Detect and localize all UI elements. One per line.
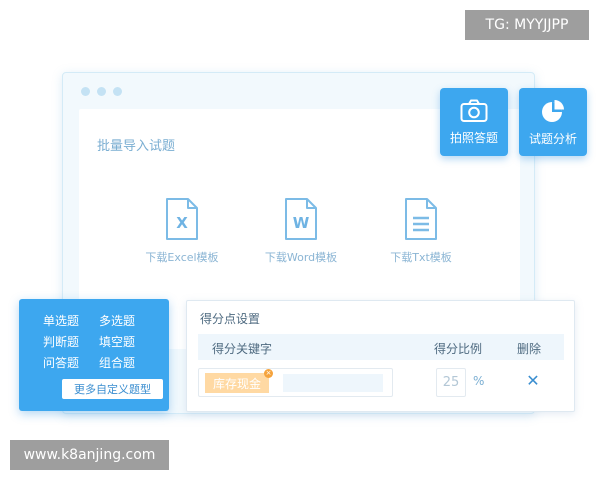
excel-file-icon: X	[166, 198, 198, 240]
download-txt-template[interactable]: 下载Txt模板	[371, 197, 471, 265]
column-header-ratio: 得分比例	[434, 342, 483, 356]
score-ratio-input[interactable]	[436, 368, 466, 397]
keyword-input[interactable]	[283, 374, 383, 392]
window-dot	[113, 87, 122, 96]
keyword-tag: 库存现金 ×	[205, 369, 273, 393]
svg-text:X: X	[176, 214, 188, 232]
question-types-card: 单选题 多选题 判断题 填空题 问答题 组合题 更多自定义题型	[19, 299, 169, 411]
question-analysis-label: 试题分析	[528, 131, 577, 146]
camera-icon	[460, 99, 488, 122]
word-template-label: 下载Word模板	[264, 251, 338, 264]
window-dot	[81, 87, 90, 96]
question-type-list: 单选题 多选题 判断题 填空题 问答题 组合题	[43, 313, 153, 372]
txt-file-icon	[405, 198, 437, 240]
photo-answer-button[interactable]: 拍照答题	[440, 88, 508, 156]
txt-template-label: 下载Txt模板	[390, 251, 452, 264]
question-type-fill-blank[interactable]: 填空题	[99, 334, 155, 351]
percent-sign: %	[473, 374, 485, 388]
tag-remove-icon[interactable]: ×	[264, 369, 273, 378]
pie-chart-icon	[542, 99, 564, 122]
score-settings-title: 得分点设置	[200, 312, 261, 326]
excel-template-label: 下载Excel模板	[145, 251, 219, 264]
window-controls	[81, 87, 122, 96]
question-type-essay[interactable]: 问答题	[43, 355, 99, 372]
keyword-field[interactable]: 库存现金 ×	[198, 368, 393, 397]
keyword-tag-label: 库存现金	[212, 376, 261, 391]
photo-answer-label: 拍照答题	[449, 130, 498, 145]
watermark-bottom: www.k8anjing.com	[10, 440, 169, 470]
question-type-single-choice[interactable]: 单选题	[43, 313, 99, 330]
question-type-true-false[interactable]: 判断题	[43, 334, 99, 351]
column-header-keyword: 得分关键字	[212, 342, 273, 356]
watermark-top: TG: MYYJJPP	[465, 10, 589, 40]
score-table-header: 得分关键字 得分比例 删除	[198, 334, 564, 360]
svg-text:W: W	[293, 214, 310, 232]
window-dot	[97, 87, 106, 96]
question-type-multiple-choice[interactable]: 多选题	[99, 313, 155, 330]
more-custom-types-button[interactable]: 更多自定义题型	[62, 379, 163, 399]
question-type-combination[interactable]: 组合题	[99, 355, 155, 372]
delete-row-button[interactable]: ✕	[525, 372, 541, 390]
word-file-icon: W	[285, 198, 317, 240]
question-analysis-button[interactable]: 试题分析	[519, 88, 587, 156]
import-panel-title: 批量导入试题	[97, 139, 176, 154]
download-excel-template[interactable]: X 下载Excel模板	[132, 197, 232, 265]
score-settings-card: 得分点设置 得分关键字 得分比例 删除 库存现金 × % ✕	[186, 300, 575, 412]
download-word-template[interactable]: W 下载Word模板	[251, 197, 351, 265]
column-header-delete: 删除	[517, 342, 542, 356]
